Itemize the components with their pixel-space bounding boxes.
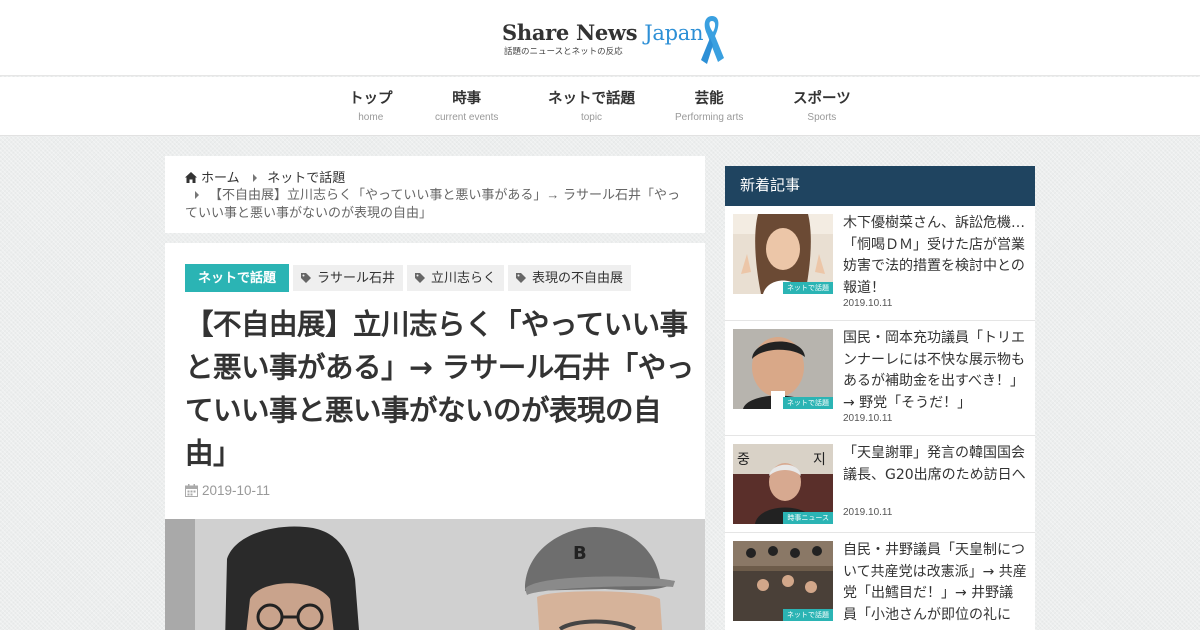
- sidebar-post[interactable]: ネットで話題 国民・岡本充功議員「トリエンナーレには不快な展示物もあるが補助金を…: [725, 321, 1035, 436]
- sidebar-post[interactable]: ネットで話題 木下優樹菜さん、訴訟危機…「恫喝ＤＭ」受けた店が営業妨害で法的措置…: [725, 206, 1035, 321]
- main-nav: トップ home 時事 current events ネットで話題 topic …: [0, 77, 1200, 136]
- tag-label: 表現の不自由展: [532, 270, 624, 285]
- nav-label: スポーツ: [793, 91, 851, 107]
- nav-sublabel: current events: [435, 112, 499, 123]
- breadcrumb-home[interactable]: ホーム: [185, 170, 243, 185]
- calendar-icon: [185, 484, 198, 497]
- nav-sublabel: home: [358, 112, 384, 123]
- nav-item-current-events[interactable]: 時事 current events: [435, 87, 498, 123]
- post-date: 2019.10.11: [843, 507, 893, 518]
- nav-label: トップ: [349, 91, 393, 107]
- breadcrumb-category[interactable]: ネットで話題: [267, 170, 345, 185]
- post-category-badge: 時事ニュース: [783, 512, 833, 524]
- breadcrumb-current-label: 【不自由展】立川志らく「やっていい事と悪い事がある」→ ラサール石井「やっていい…: [185, 187, 680, 220]
- breadcrumb: ホーム ネットで話題 【不自由展】立川志らく「やっていい事と悪い事がある」→ ラ…: [165, 156, 705, 233]
- tag-tatekawa-shiraku[interactable]: 立川志らく: [407, 265, 505, 291]
- home-icon: [185, 172, 197, 183]
- category-label[interactable]: ネットで話題: [185, 264, 290, 292]
- logo-text: Share News Japan: [502, 20, 703, 45]
- nav-label: 時事: [452, 91, 482, 107]
- post-title: 国民・岡本充功議員「トリエンナーレには不快な展示物もあるが補助金を出すべき！」→…: [843, 330, 1025, 411]
- nav-label: 芸能: [694, 91, 724, 107]
- article-date: 2019-10-11: [185, 483, 270, 498]
- tag-label: 立川志らく: [431, 270, 497, 285]
- breadcrumb-links: ホーム ネットで話題: [185, 167, 345, 186]
- logo-main-text: Share News: [502, 20, 645, 45]
- nav-sublabel: Performing arts: [675, 112, 744, 123]
- post-category-badge: ネットで話題: [783, 397, 833, 409]
- tag-label: ラサール石井: [317, 270, 396, 285]
- post-thumbnail: ネットで話題: [733, 214, 833, 294]
- logo-accent-text: Japan: [644, 21, 704, 45]
- post-thumbnail: ネットで話題: [733, 329, 833, 409]
- breadcrumb-separator-icon: [253, 174, 258, 183]
- nav-sublabel: topic: [580, 112, 603, 123]
- breadcrumb-current: 【不自由展】立川志らく「やっていい事と悪い事がある」→ ラサール石井「やっていい…: [185, 186, 685, 222]
- breadcrumb-separator-icon: [195, 191, 199, 200]
- svg-text:중: 중: [737, 452, 750, 468]
- nav-label: ネットで話題: [548, 91, 635, 107]
- post-category-badge: ネットで話題: [783, 282, 833, 294]
- site-header: Share News Japan 話題のニュースとネットの反応: [0, 0, 1200, 76]
- post-title: 「天皇謝罪」発言の韓国国会議長、G20出席のため訪日へ: [843, 445, 1026, 483]
- nav-sublabel: Sports: [807, 112, 837, 123]
- tag-icon: [301, 273, 312, 283]
- post-date: 2019.10.11: [843, 413, 893, 424]
- tag-fujiyu-ten[interactable]: 表現の不自由展: [508, 265, 632, 291]
- post-title: 木下優樹菜さん、訴訟危機…「恫喝ＤＭ」受けた店が営業妨害で法的措置を検討中との報…: [843, 215, 1025, 296]
- ribbon-icon: [701, 16, 724, 64]
- post-category-badge: ネットで話題: [783, 609, 833, 621]
- nav-item-home[interactable]: トップ home: [349, 87, 393, 123]
- tag-icon: [415, 273, 426, 283]
- post-thumbnail: 중 지 時事ニュース: [733, 444, 833, 524]
- nav-item-sports[interactable]: スポーツ Sports: [793, 87, 851, 123]
- svg-text:지: 지: [813, 452, 826, 468]
- post-title: 自民・井野議員「天皇制について共産党は改憲派」→ 共産党「出鱈目だ！」→ 井野議…: [843, 542, 1027, 623]
- article: ネットで話題 ラサール石井 立川志らく 表現の不自由展 【不自由展】立川志らく「やって…: [165, 243, 705, 630]
- nav-item-performing-arts[interactable]: 芸能 Performing arts: [675, 87, 743, 123]
- post-date: 2019.10.11: [843, 298, 893, 309]
- article-date-text: 2019-10-11: [202, 483, 271, 498]
- tag-lasalle-ishii[interactable]: ラサール石井: [293, 265, 404, 291]
- svg-text:B: B: [573, 543, 587, 564]
- breadcrumb-home-label: ホーム: [201, 170, 240, 185]
- hero-photo: B: [165, 519, 705, 630]
- sidebar-new-posts: 新着記事 ネットで話題 木下優樹菜さん、訴訟危機…「恫喝ＤＭ」受けた店が営業妨害…: [725, 166, 1035, 630]
- tag-icon: [516, 273, 527, 283]
- post-thumbnail: ネットで話題: [733, 541, 833, 621]
- sidebar-post[interactable]: ネットで話題 自民・井野議員「天皇制について共産党は改憲派」→ 共産党「出鱈目だ…: [725, 533, 1035, 630]
- site-logo[interactable]: Share News Japan 話題のニュースとネットの反応: [502, 14, 732, 66]
- article-hero-image: B: [165, 519, 705, 630]
- nav-item-topic[interactable]: ネットで話題 topic: [548, 87, 635, 123]
- sidebar-heading: 新着記事: [725, 166, 1035, 206]
- article-title: 【不自由展】立川志らく「やっていい事と悪い事がある」→ ラサール石井「やっていい…: [185, 308, 694, 470]
- article-tags: ネットで話題 ラサール石井 立川志らく 表現の不自由展: [185, 264, 632, 292]
- logo-tagline: 話題のニュースとネットの反応: [504, 47, 623, 57]
- sidebar-post[interactable]: 중 지 時事ニュース 「天皇謝罪」発言の韓国国会議長、G20出席のため訪日へ 2…: [725, 436, 1035, 533]
